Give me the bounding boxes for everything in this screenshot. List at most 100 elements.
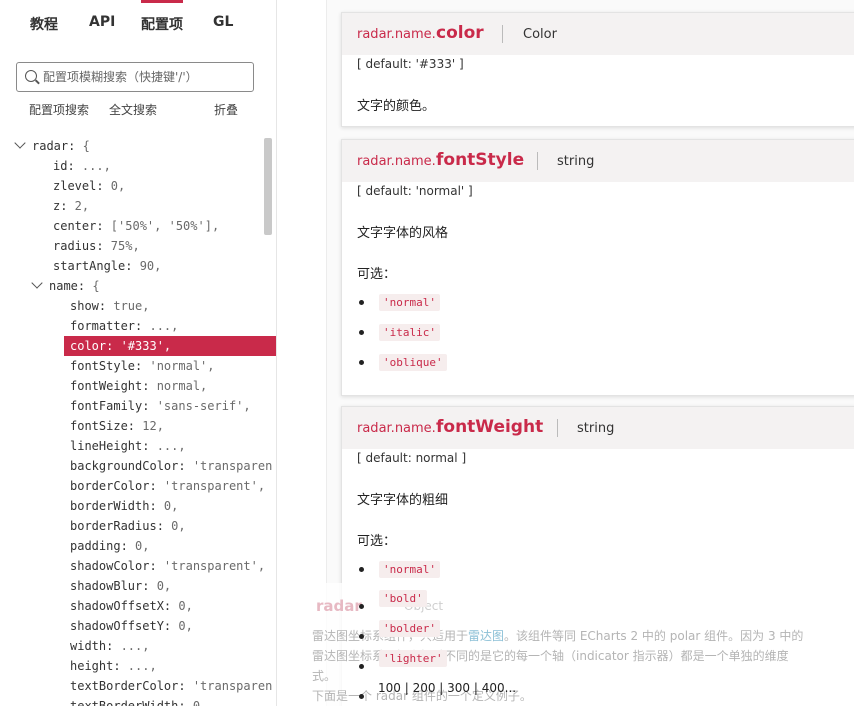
tree-row[interactable]: lineHeight: ..., (0, 436, 276, 456)
bullet (359, 604, 364, 609)
description: 文字的颜色。 (357, 99, 436, 114)
tree-row[interactable]: fontWeight: normal, (0, 376, 276, 396)
tab-tutorial[interactable]: 教程 (30, 14, 58, 34)
property-prefix: radar.name. (357, 421, 436, 436)
tree-row[interactable]: show: true, (0, 296, 276, 316)
bullet (359, 330, 364, 335)
tree-value: 0, (185, 699, 208, 706)
fulltext-search-button[interactable]: 全文搜索 (109, 101, 157, 118)
tree-key: shadowOffsetY: (70, 619, 172, 633)
tree-row[interactable]: radar: { (0, 136, 276, 156)
search-input[interactable] (43, 63, 248, 91)
option-code: 'lighter' (379, 650, 447, 667)
tree-value: 90, (132, 259, 162, 273)
property-name[interactable]: color (436, 23, 484, 43)
tree-key: fontWeight: (70, 379, 150, 393)
property-type: string (557, 154, 595, 169)
tree-value: 0, (149, 579, 172, 593)
tab-api[interactable]: API (89, 14, 115, 30)
tree-row[interactable]: fontFamily: 'sans-serif', (0, 396, 276, 416)
bullet (359, 360, 364, 365)
tree-value: { (85, 279, 100, 293)
divider (537, 152, 538, 170)
property-prefix: radar.name. (357, 154, 436, 169)
tree-row[interactable]: zlevel: 0, (0, 176, 276, 196)
tree-row[interactable]: z: 2, (0, 196, 276, 216)
tree-row[interactable]: shadowColor: 'transparent', (0, 556, 276, 576)
bullet (359, 634, 364, 639)
tree-key: show: (70, 299, 107, 313)
tree-row[interactable]: fontSize: 12, (0, 416, 276, 436)
tree-value: ..., (142, 319, 179, 333)
search-box (16, 62, 254, 92)
tree-key: shadowColor: (70, 559, 157, 573)
option-search-button[interactable]: 配置项搜索 (29, 101, 89, 118)
option-code: 'bolder' (379, 620, 440, 637)
tree-key: padding: (70, 539, 128, 553)
tree-key: fontFamily: (70, 399, 150, 413)
tree-row[interactable]: shadowOffsetY: 0, (0, 616, 276, 636)
description: 文字字体的风格 (357, 226, 449, 241)
collapse-button[interactable]: 折叠 (214, 101, 238, 118)
tree-key: height: (70, 659, 121, 673)
tree-row[interactable]: fontStyle: 'normal', (0, 356, 276, 376)
tree-row[interactable]: name: { (0, 276, 276, 296)
tree-row[interactable]: padding: 0, (0, 536, 276, 556)
tree-value: 12, (135, 419, 164, 433)
tab-options[interactable]: 配置项 (141, 0, 183, 34)
tree-value: 0, (171, 599, 193, 613)
tree-row[interactable]: height: ..., (0, 656, 276, 676)
tree-row[interactable]: shadowOffsetX: 0, (0, 596, 276, 616)
divider (502, 25, 503, 43)
tree-row[interactable]: borderWidth: 0, (0, 496, 276, 516)
tree-key: center: (53, 219, 104, 233)
tree-key: id: (53, 159, 75, 173)
default-value: [ default: '#333' ] (357, 57, 464, 71)
app-window: 教程 API 配置项 GL 配置项搜索 全文搜索 折叠 radar: {id: … (0, 0, 854, 706)
tab-gl[interactable]: GL (213, 14, 233, 30)
tree-key: textBorderColor: (70, 679, 186, 693)
sidebar: 教程 API 配置项 GL 配置项搜索 全文搜索 折叠 radar: {id: … (0, 0, 277, 706)
tree-row[interactable]: borderColor: 'transparent', (0, 476, 276, 496)
tree-value: 75%, (103, 239, 140, 253)
property-type: Color (523, 27, 557, 42)
tree-key: borderRadius: (70, 519, 164, 533)
tree-key: zlevel: (53, 179, 104, 193)
tree-row-selected[interactable]: color: '#333', (64, 336, 276, 356)
tree-row[interactable]: textBorderWidth: 0, (0, 696, 276, 706)
search-icon (25, 70, 37, 82)
tree-key: shadowOffsetX: (70, 599, 172, 613)
chevron-down-icon[interactable] (14, 137, 26, 149)
tree-value: ..., (113, 639, 150, 653)
divider (557, 419, 558, 437)
tree-row[interactable]: borderRadius: 0, (0, 516, 276, 536)
tree-row[interactable]: formatter: ..., (0, 316, 276, 336)
card-header: radar.name. fontWeight string (342, 407, 854, 449)
tree-value: 0, (103, 179, 126, 193)
tree-row[interactable]: width: ..., (0, 636, 276, 656)
tree-row[interactable]: id: ..., (0, 156, 276, 176)
tree-row[interactable]: shadowBlur: 0, (0, 576, 276, 596)
chevron-down-icon[interactable] (31, 277, 43, 289)
tree-row[interactable]: startAngle: 90, (0, 256, 276, 276)
option-code: 'oblique' (379, 354, 447, 371)
tree-key: radar: (32, 139, 76, 153)
tree-value: ..., (149, 439, 186, 453)
fontweight-options-overlay: 'bold' 'bolder' 'lighter' 100 | 200 | 30… (342, 448, 842, 706)
tree-value: { (75, 139, 90, 153)
card-header: radar.name. fontStyle string (342, 140, 854, 182)
tree-value: 2, (67, 199, 90, 213)
property-name[interactable]: fontStyle (436, 150, 524, 170)
property-name[interactable]: fontWeight (436, 417, 543, 437)
tree-key: backgroundColor: (70, 459, 186, 473)
tree-key: startAngle: (53, 259, 133, 273)
tree-row[interactable]: textBorderColor: 'transparen (0, 676, 276, 696)
tree-scrollbar[interactable] (264, 138, 272, 235)
tree-row[interactable]: center: ['50%', '50%'], (0, 216, 276, 236)
tree-value: 'transparent', (156, 559, 266, 573)
tree-key: z: (53, 199, 68, 213)
tree-value: 'transparent', (156, 479, 266, 493)
tree-value: ['50%', '50%'], (103, 219, 220, 233)
tree-row[interactable]: backgroundColor: 'transparen (0, 456, 276, 476)
tree-row[interactable]: radius: 75%, (0, 236, 276, 256)
